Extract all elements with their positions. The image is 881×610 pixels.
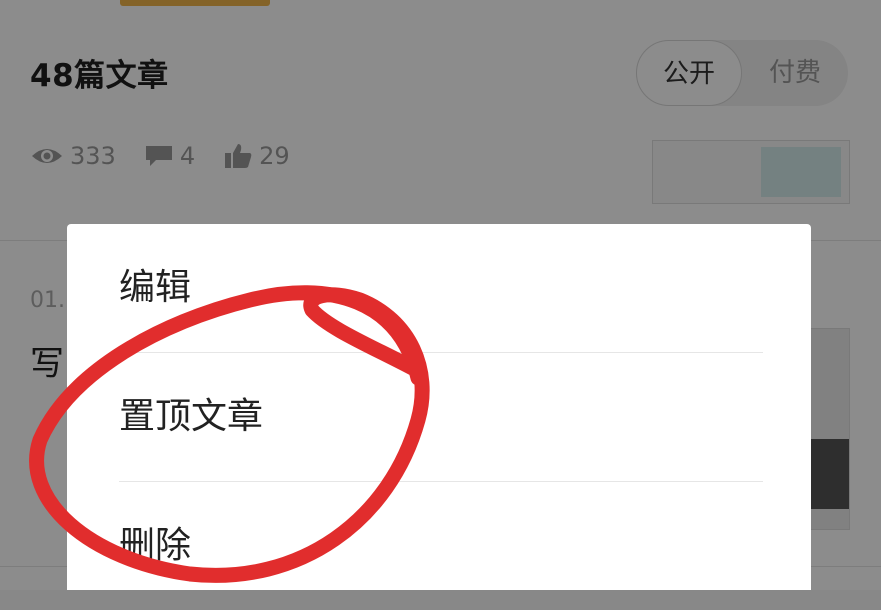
menu-item-delete[interactable]: 删除 <box>119 481 763 610</box>
menu-item-pin-article[interactable]: 置顶文章 <box>119 352 763 481</box>
menu-item-edit[interactable]: 编辑 <box>119 224 763 352</box>
article-context-menu: 编辑 置顶文章 删除 <box>67 224 811 590</box>
